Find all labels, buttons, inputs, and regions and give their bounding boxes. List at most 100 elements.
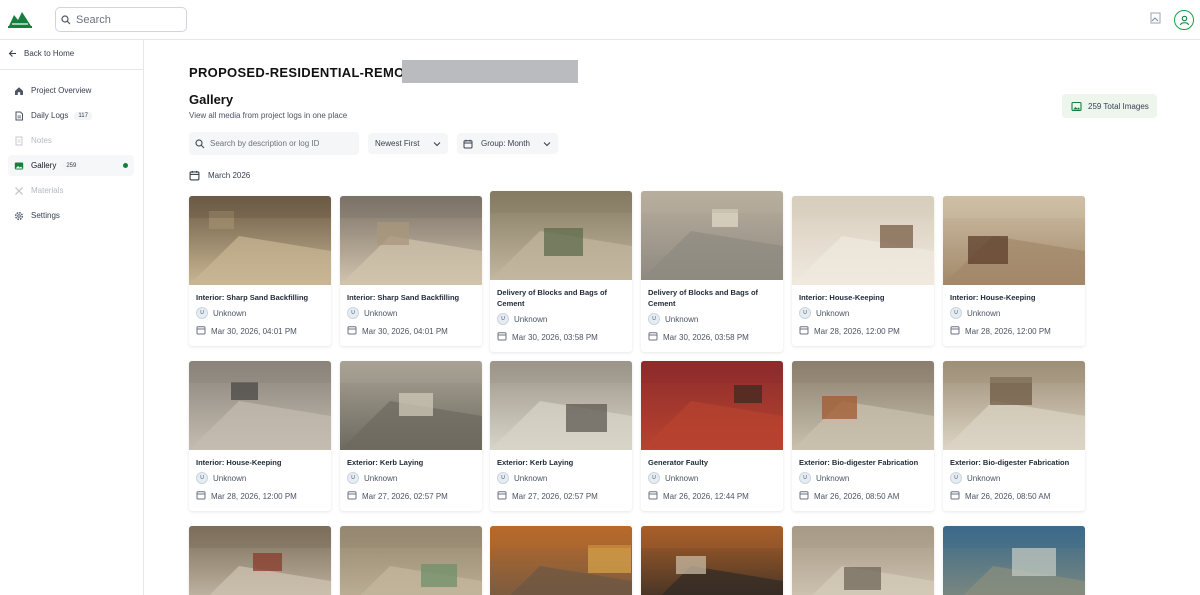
- redacted-block: [402, 60, 578, 83]
- photo-thumbnail[interactable]: [792, 196, 934, 285]
- card-title: Exterior: Bio-digester Fabrication: [950, 458, 1070, 467]
- card-author: U Unknown: [340, 307, 482, 319]
- avatar: U: [497, 472, 509, 484]
- note-icon: [14, 136, 24, 146]
- photo-thumbnail[interactable]: [340, 196, 482, 285]
- author-name: Unknown: [816, 473, 850, 483]
- gallery-card[interactable]: Exterior: Bio-digester Fabrication U Unkno…: [943, 361, 1085, 511]
- search-input[interactable]: [76, 13, 176, 26]
- date-text: Mar 26, 2026, 08:50 AM: [814, 491, 900, 501]
- gallery-card[interactable]: Exterior: Kerb Laying U Unknown Mar 27, 202…: [490, 361, 632, 511]
- sidebar-item-label: Materials: [31, 186, 64, 195]
- gallery-card[interactable]: Interior: House-Keeping U Unknown Mar 28, 2…: [792, 196, 934, 346]
- gallery-search-input[interactable]: [210, 139, 355, 148]
- gallery-card[interactable]: Generator Faulty U Unknown Mar 26, 2026, 12…: [641, 361, 783, 511]
- user-menu-button[interactable]: [1174, 10, 1194, 30]
- gallery-card[interactable]: Exterior: Bio-digester Fabrication U Unkno…: [792, 361, 934, 511]
- sort-dropdown[interactable]: Newest First: [368, 133, 448, 154]
- sidebar-item-gallery[interactable]: Gallery 259: [8, 155, 134, 176]
- photo-thumbnail[interactable]: [792, 361, 934, 450]
- photo-thumbnail[interactable]: [490, 191, 632, 280]
- sort-label: Newest First: [375, 139, 420, 148]
- user-circle-icon: [1179, 15, 1189, 25]
- card-date: Mar 30, 2026, 04:01 PM: [340, 325, 482, 337]
- calendar-icon: [196, 325, 206, 337]
- active-indicator: [123, 163, 128, 168]
- photo-thumbnail[interactable]: [490, 526, 632, 595]
- photo-thumbnail[interactable]: [189, 526, 331, 595]
- sidebar-item-label: Project Overview: [31, 86, 92, 95]
- calendar-icon: [799, 490, 809, 502]
- sidebar-item-notes: Notes: [8, 130, 134, 151]
- sidebar-item-materials: Materials: [8, 180, 134, 201]
- card-title: Delivery of Blocks and Bags of Cement: [648, 288, 759, 308]
- card-author: U Unknown: [340, 472, 482, 484]
- gallery-card[interactable]: Delivery of Blocks and Bags of Cement U Un…: [641, 191, 783, 352]
- calendar-icon: [950, 490, 960, 502]
- gallery-card[interactable]: [641, 526, 783, 595]
- card-date: Mar 28, 2026, 12:00 PM: [189, 490, 331, 502]
- photo-thumbnail[interactable]: [490, 361, 632, 450]
- date-text: Mar 26, 2026, 08:50 AM: [965, 491, 1051, 501]
- home-icon: [14, 86, 24, 96]
- card-date: Mar 28, 2026, 12:00 PM: [792, 325, 934, 337]
- author-name: Unknown: [665, 314, 699, 324]
- top-bar: [0, 0, 1200, 40]
- gallery-card[interactable]: [792, 526, 934, 595]
- count-badge: 117: [74, 111, 92, 120]
- gallery-card[interactable]: [943, 526, 1085, 595]
- gallery-search[interactable]: [189, 132, 359, 155]
- gallery-card[interactable]: [189, 526, 331, 595]
- avatar: U: [648, 472, 660, 484]
- sidebar-item-label: Gallery: [31, 161, 57, 170]
- gallery-card[interactable]: Interior: Sharp Sand Backfilling U Unknown…: [340, 196, 482, 346]
- card-date: Mar 26, 2026, 12:44 PM: [641, 490, 783, 502]
- gallery-card[interactable]: Interior: House-Keeping U Unknown Mar 28, 2…: [189, 361, 331, 511]
- photo-thumbnail[interactable]: [641, 191, 783, 280]
- gallery-card[interactable]: Exterior: Kerb Laying U Unknown Mar 27, 202…: [340, 361, 482, 511]
- gallery-card[interactable]: [340, 526, 482, 595]
- photo-thumbnail[interactable]: [641, 361, 783, 450]
- avatar: U: [196, 307, 208, 319]
- card-date: Mar 30, 2026, 03:58 PM: [490, 331, 632, 343]
- photo-thumbnail[interactable]: [340, 361, 482, 450]
- date-text: Mar 30, 2026, 03:58 PM: [512, 332, 598, 342]
- group-dropdown[interactable]: Group: Month: [457, 133, 558, 154]
- arrow-left-icon: [8, 50, 16, 57]
- photo-thumbnail[interactable]: [340, 526, 482, 595]
- photo-thumbnail[interactable]: [943, 196, 1085, 285]
- gallery-card[interactable]: Interior: Sharp Sand Backfilling U Unknown…: [189, 196, 331, 346]
- card-title: Interior: Sharp Sand Backfilling: [196, 293, 309, 302]
- gallery-card[interactable]: Delivery of Blocks and Bags of Cement U Un…: [490, 191, 632, 352]
- date-text: Mar 28, 2026, 12:00 PM: [965, 326, 1051, 336]
- photo-thumbnail[interactable]: [641, 526, 783, 595]
- back-to-home-link[interactable]: Back to Home: [8, 49, 74, 58]
- total-images-badge: 259 Total Images: [1062, 94, 1157, 118]
- gallery-card[interactable]: [490, 526, 632, 595]
- sidebar-nav: Project Overview Daily Logs 117 Notes Ga…: [8, 80, 134, 230]
- calendar-icon: [189, 170, 200, 181]
- date-text: Mar 27, 2026, 02:57 PM: [512, 491, 598, 501]
- card-date: Mar 27, 2026, 02:57 PM: [490, 490, 632, 502]
- search-icon: [195, 138, 205, 148]
- search-icon: [61, 14, 71, 24]
- global-search[interactable]: [55, 7, 187, 32]
- hills-logo-icon[interactable]: [8, 9, 32, 29]
- photo-thumbnail[interactable]: [943, 526, 1085, 595]
- broken-image-icon: [1150, 12, 1161, 24]
- photo-thumbnail[interactable]: [943, 361, 1085, 450]
- sidebar-item-daily-logs[interactable]: Daily Logs 117: [8, 105, 134, 126]
- photo-thumbnail[interactable]: [792, 526, 934, 595]
- gallery-card[interactable]: Interior: House-Keeping U Unknown Mar 28, 2…: [943, 196, 1085, 346]
- calendar-icon: [497, 490, 507, 502]
- image-icon: [14, 161, 24, 171]
- calendar-icon: [463, 139, 473, 148]
- avatar: U: [497, 313, 509, 325]
- photo-thumbnail[interactable]: [189, 361, 331, 450]
- page-subtitle: View all media from project logs in one …: [189, 111, 348, 120]
- sidebar-item-settings[interactable]: Settings: [8, 205, 134, 226]
- photo-thumbnail[interactable]: [189, 196, 331, 285]
- sidebar-item-project-overview[interactable]: Project Overview: [8, 80, 134, 101]
- card-author: U Unknown: [792, 307, 934, 319]
- author-name: Unknown: [514, 314, 548, 324]
